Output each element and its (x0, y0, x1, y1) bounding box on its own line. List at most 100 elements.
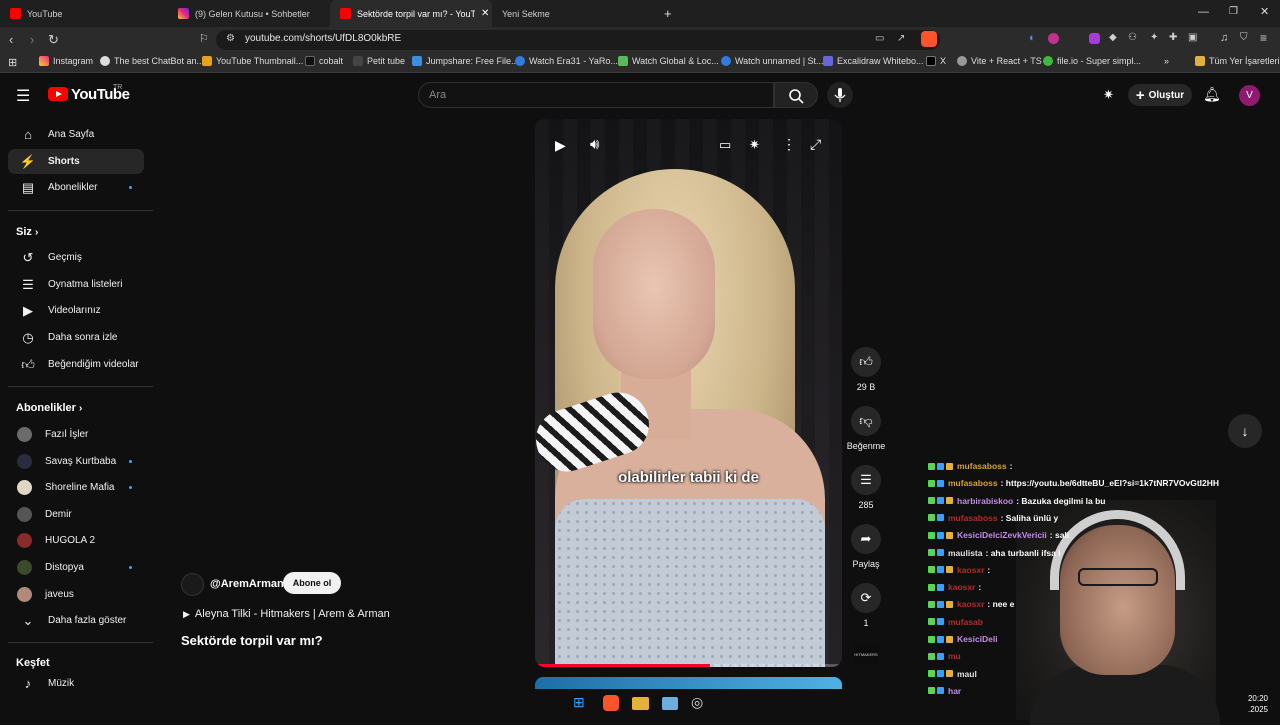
share-icon[interactable]: ↗ (897, 33, 905, 44)
account-avatar[interactable]: V (1239, 85, 1260, 106)
channel-name[interactable]: @AremArman (210, 578, 284, 590)
comments-button[interactable]: ☰ (851, 465, 881, 495)
bookmark-instagram[interactable]: Instagram (39, 56, 93, 66)
more-options-icon[interactable]: ⋮ (782, 136, 796, 153)
apps-grid-icon[interactable]: ⊞ (8, 56, 17, 69)
sidebar-item-home[interactable]: ⌂ Ana Sayfa (8, 122, 144, 147)
sidebar-you-heading[interactable]: Siz › (16, 226, 38, 238)
extension-icon[interactable]: ◆ (1109, 32, 1117, 43)
bookmark-vite[interactable]: Vite + React + TS (957, 56, 1042, 66)
sidebar-sub-savas-kurtbaba[interactable]: Savaş Kurtbaba (8, 449, 144, 474)
tab-shorts-active[interactable]: Sektörde torpil var mı? - YouTub ✕ (330, 0, 492, 27)
play-icon[interactable]: ▶ (555, 137, 566, 154)
sidebar-item-your-videos[interactable]: ▶ Videolarınız (8, 298, 144, 323)
extension-icon[interactable]: ◐ (1029, 32, 1036, 44)
shorts-video-player[interactable]: olabilirler tabii ki de ▶ 🔊︎ ▭ ✷ ⋮ ⤢ (535, 119, 842, 667)
extension-icon[interactable]: ⚇ (1128, 32, 1137, 43)
sidebar-item-shorts[interactable]: ⚡ Shorts (8, 149, 144, 174)
more-bookmarks-icon[interactable]: » (1164, 56, 1169, 66)
remix-button[interactable]: ⟳ (851, 583, 881, 613)
captions-icon[interactable]: ▭ (719, 137, 731, 153)
all-bookmarks[interactable]: Tüm Yer İşaretleri (1195, 56, 1280, 66)
menu-icon[interactable]: ≡ (1260, 31, 1267, 45)
sidebar-show-more[interactable]: ⌄ Daha fazla göster (8, 608, 144, 633)
brave-shield-icon[interactable] (921, 31, 937, 47)
sidebar-item-subscriptions[interactable]: ▤ Abonelikler (8, 175, 144, 200)
search-input[interactable] (418, 82, 774, 108)
bookmark-excalidraw[interactable]: Excalidraw Whitebo... (823, 56, 924, 66)
file-explorer-icon[interactable] (632, 697, 649, 710)
search-button[interactable] (774, 82, 818, 108)
channel-thumbnail[interactable]: HITMAKERS (853, 644, 879, 664)
bookmark-unnamed[interactable]: Watch unnamed | St... (721, 56, 824, 66)
bookmark-jumpshare[interactable]: Jumpshare: Free File... (412, 56, 519, 66)
extension-icon[interactable] (1048, 33, 1059, 44)
bookmark-global[interactable]: Watch Global & Loc... (618, 56, 719, 66)
channel-avatar[interactable] (181, 573, 204, 596)
sidebar-sub-fazil-isler[interactable]: Fazıl İşler (8, 422, 144, 447)
media-icon[interactable]: ♫ (1220, 32, 1228, 44)
app-icon[interactable] (662, 697, 678, 710)
close-tab-icon[interactable]: ✕ (481, 8, 489, 19)
sidebar-item-watch-later[interactable]: ◷ Daha sonra izle (8, 325, 144, 350)
bookmark-fileio[interactable]: file.io - Super simpl... (1043, 56, 1141, 66)
fullscreen-icon[interactable]: ⤢ (810, 136, 821, 153)
bookmark-petit-tube[interactable]: Petit tube (353, 56, 405, 66)
sidebar-sub-distopya[interactable]: Distopya (8, 555, 144, 580)
bookmark-icon[interactable]: ⚐ (199, 32, 209, 45)
bookmark-label: Instagram (53, 56, 94, 66)
subscribe-button[interactable]: Abone ol (283, 572, 341, 594)
site-info-icon[interactable]: ⚙ (226, 33, 235, 44)
reload-icon[interactable]: ↻ (48, 32, 59, 48)
extension-icon[interactable] (1089, 33, 1100, 44)
volume-icon[interactable]: 🔊︎ (590, 136, 599, 153)
vpn-shield-icon[interactable]: ⛉ (1240, 32, 1248, 43)
close-window-icon[interactable]: ✕ (1260, 5, 1269, 18)
video-progress-bar[interactable] (535, 664, 842, 667)
sidebar-item-liked-videos[interactable]: 👍︎ Beğendiğim videolar (8, 352, 144, 377)
bookmark-chatbot[interactable]: The best ChatBot an... (100, 56, 204, 66)
tab-youtube[interactable]: YouTube (0, 0, 168, 27)
create-sparkle-icon[interactable]: ✷ (1103, 87, 1114, 103)
sidebar-toggle-icon[interactable]: ▣ (1188, 32, 1197, 43)
sidebar-sub-hugola-2[interactable]: HUGOLA 2 (8, 528, 144, 553)
share-button[interactable]: ➦ (851, 524, 881, 554)
chevron-down-icon: ⌄ (22, 612, 34, 628)
sparkle-ai-icon[interactable]: ✷ (749, 137, 760, 153)
sidebar-subscriptions-heading[interactable]: Abonelikler › (16, 402, 82, 414)
bookmark-cobalt[interactable]: cobalt (305, 56, 343, 66)
sidebar-item-history[interactable]: ↺ Geçmiş (8, 245, 144, 270)
new-tab-plus-icon[interactable]: + (664, 6, 672, 21)
windows-start-icon[interactable]: ⊞ (573, 694, 585, 711)
create-button[interactable]: + Oluştur (1128, 84, 1192, 106)
bookmark-era31[interactable]: Watch Era31 - YaRo... (515, 56, 618, 66)
forward-icon[interactable]: › (30, 32, 34, 47)
sidebar-sub-javeus[interactable]: javeus (8, 582, 144, 607)
hamburger-menu-icon[interactable]: ☰ (16, 86, 30, 106)
tab-new[interactable]: Yeni Sekme (492, 0, 662, 27)
extensions-puzzle-icon[interactable]: ✚ (1169, 32, 1177, 43)
maximize-icon[interactable]: ❐ (1229, 6, 1238, 17)
voice-search-button[interactable] (827, 82, 853, 108)
sidebar-sub-shoreline-mafia[interactable]: Shoreline Mafia (8, 475, 144, 500)
bookmark-x[interactable]: X (926, 56, 946, 66)
next-short-thumbnail[interactable] (535, 677, 842, 689)
minimize-icon[interactable]: — (1198, 6, 1209, 18)
brave-taskbar-icon[interactable] (603, 695, 619, 711)
extension-icon[interactable]: ✦ (1150, 32, 1158, 43)
cast-icon[interactable]: ▭ (875, 33, 884, 44)
tab-instagram[interactable]: (9) Gelen Kutusu • Sohbetler (168, 0, 330, 27)
back-icon[interactable]: ‹ (9, 32, 13, 47)
url-text[interactable]: youtube.com/shorts/UfDL8O0kbRE (245, 33, 401, 44)
sidebar-item-music[interactable]: ♪ Müzik (8, 674, 144, 692)
youtube-logo-icon[interactable] (48, 87, 68, 101)
like-button[interactable]: 👍︎ (851, 347, 881, 377)
sidebar-sub-demir[interactable]: Demir (8, 502, 144, 527)
notifications-bell-icon[interactable]: 🔔︎ (1203, 86, 1221, 103)
obs-icon[interactable]: ◎ (691, 694, 703, 711)
bookmark-youtube-thumbnail[interactable]: YouTube Thumbnail... (202, 56, 303, 66)
next-video-button[interactable]: ↓ (1228, 414, 1262, 448)
dislike-button[interactable]: 👎︎ (851, 406, 881, 436)
sidebar-item-playlists[interactable]: ☰ Oynatma listeleri (8, 272, 144, 297)
music-link[interactable]: ▶ Aleyna Tilki - Hitmakers | Arem & Arman (183, 608, 390, 620)
